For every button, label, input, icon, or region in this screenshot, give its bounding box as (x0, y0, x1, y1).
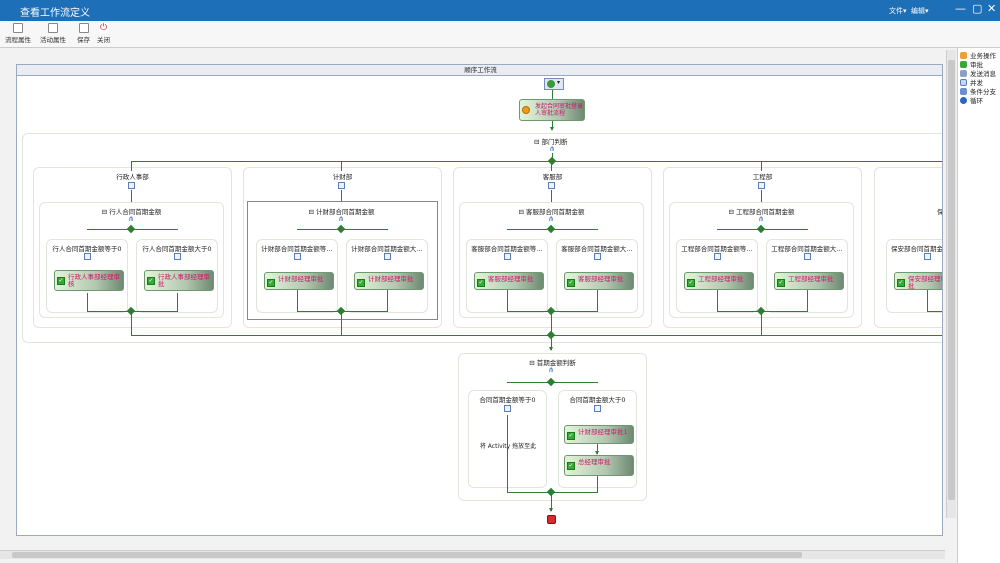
activity-final-1[interactable]: ✓ 计财部经理审批1 (564, 425, 634, 444)
power-icon: ⏻ (98, 23, 109, 33)
window-title: 查看工作流定义 (20, 8, 90, 19)
check-icon: ✓ (57, 277, 65, 285)
activity-hr-left[interactable]: ✓ 行政人事部经理审核 (54, 270, 124, 291)
check-icon: ✓ (147, 277, 155, 285)
drop-hint: 将 Activity 拖放至此 (479, 443, 537, 450)
scroll-thumb[interactable] (12, 552, 802, 558)
branch-icon: ⋔ (548, 366, 554, 374)
activity-sec-left[interactable]: ✓保安部经理审批 (894, 272, 942, 290)
file-menu[interactable]: 文件▾ (889, 6, 907, 16)
activity-icon (758, 182, 765, 189)
start-dropdown[interactable]: ▾ (544, 78, 564, 90)
branch-icon: ⋔ (758, 215, 764, 223)
check-icon: ✓ (567, 279, 575, 287)
activity-icon (294, 253, 301, 260)
check-icon: ✓ (897, 279, 905, 287)
activity-icon (594, 253, 601, 260)
branch-icon: ⋔ (128, 215, 134, 223)
activity-icon (128, 182, 135, 189)
activity-hr-right[interactable]: ✓ 行政人事部经理审批 (144, 270, 214, 291)
activity-icon (804, 253, 811, 260)
save-icon (78, 23, 89, 33)
activity-eng-left[interactable]: ✓ 工程部经理审批 (684, 272, 754, 290)
branch-icon: ⋔ (548, 215, 554, 223)
activity-props-button[interactable]: 活动属性 (40, 23, 66, 44)
process-props-icon (13, 23, 23, 33)
activity-service-left[interactable]: ✓ 客服部经理审批 (474, 272, 544, 290)
branch-icon: ⋔ (338, 215, 344, 223)
title-bar: 查看工作流定义 文件▾ 编辑▾ — ▢ ✕ (0, 0, 1000, 21)
check-icon: ✓ (687, 279, 695, 287)
save-button[interactable]: 保存 (77, 23, 90, 44)
activity-finance-left[interactable]: ✓ 计财部经理审批 (264, 272, 334, 290)
start-icon (547, 80, 555, 88)
designer-area: 顺序工作流 ▾ 发起合同审批登录人审批流程 ⊟ 部门判断 ⋔ 行政人事部 ⊟ 行… (0, 48, 957, 563)
branch-icon: ⋔ (549, 145, 555, 153)
chevron-down-icon: ▾ (557, 79, 561, 86)
activity-props-icon (48, 23, 58, 33)
activity-icon (504, 405, 511, 412)
activity-finance-right[interactable]: ✓ 计财部经理审批 (354, 272, 424, 290)
end-icon (547, 515, 556, 524)
activity-icon (594, 405, 601, 412)
loop-icon (960, 97, 967, 104)
edit-menu[interactable]: 编辑▾ (911, 6, 929, 16)
activity-eng-right[interactable]: ✓ 工程部经理审批 (774, 272, 844, 290)
workflow-canvas[interactable]: 顺序工作流 ▾ 发起合同审批登录人审批流程 ⊟ 部门判断 ⋔ 行政人事部 ⊟ 行… (16, 64, 943, 536)
activity-icon (714, 253, 721, 260)
gear-icon (960, 52, 967, 59)
branch-icon (960, 88, 967, 95)
restore-icon[interactable]: ▢ (972, 3, 982, 15)
parallel-icon (960, 79, 967, 86)
activity-icon (338, 182, 345, 189)
check-icon: ✓ (777, 279, 785, 287)
activity-service-right[interactable]: ✓ 客服部经理审批 (564, 272, 634, 290)
check-icon: ✓ (567, 432, 575, 440)
check-icon: ✓ (357, 279, 365, 287)
activity-icon (174, 253, 181, 260)
toolbox-panel: 业务操作 审批 发送消息 并发 条件分支 循环 (957, 48, 1000, 563)
check-icon: ✓ (477, 279, 485, 287)
activity-icon (548, 182, 555, 189)
user-icon (522, 106, 530, 114)
close-icon[interactable]: ✕ (987, 3, 996, 15)
start-activity[interactable]: 发起合同审批登录人审批流程 (519, 99, 585, 121)
check-icon: ✓ (267, 279, 275, 287)
dept-name: 行政人事部 (116, 173, 149, 181)
horizontal-scrollbar[interactable] (0, 550, 945, 559)
toolbar: 流程属性 活动属性 保存 ⏻ 关闭 (0, 21, 1000, 48)
vertical-scrollbar[interactable] (946, 50, 956, 518)
check-icon: ✓ (567, 462, 575, 470)
activity-icon (384, 253, 391, 260)
activity-icon (504, 253, 511, 260)
process-props-button[interactable]: 流程属性 (5, 23, 31, 44)
check-icon (960, 61, 967, 68)
minimize-icon[interactable]: — (955, 3, 966, 15)
toolbox-item-loop[interactable]: 循环 (960, 95, 983, 105)
message-icon (960, 70, 967, 77)
workflow-header: 顺序工作流 (17, 65, 942, 76)
activity-icon (84, 253, 91, 260)
activity-final-2[interactable]: ✓ 总经理审批 (564, 455, 634, 476)
activity-icon (924, 253, 931, 260)
close-button[interactable]: ⏻ 关闭 (97, 23, 110, 44)
scroll-thumb[interactable] (948, 60, 955, 500)
